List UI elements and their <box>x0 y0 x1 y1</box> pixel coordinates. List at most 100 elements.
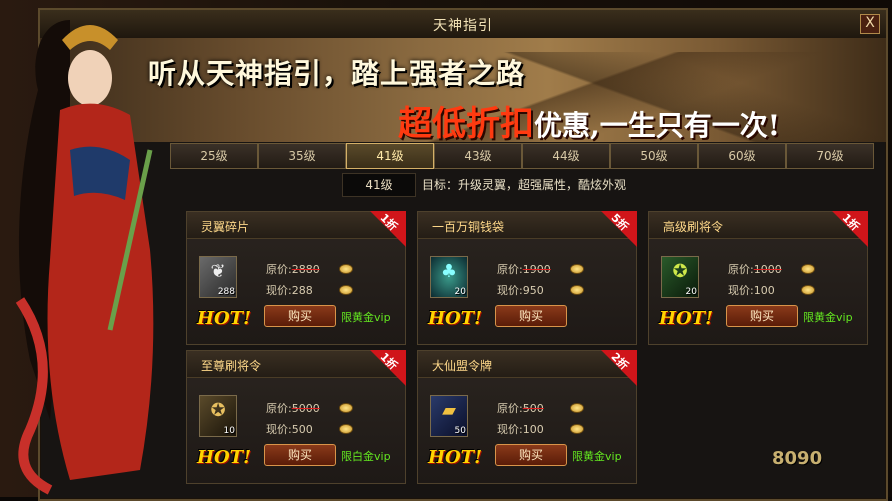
plaque-glyph: ▰ <box>442 400 456 421</box>
orig-label: 原价: <box>266 402 292 415</box>
original-price: 原价:5000 <box>266 400 320 416</box>
close-button[interactable]: X <box>860 14 880 34</box>
current-price: 现价:950 <box>497 282 544 298</box>
item-name: 一百万铜钱袋 <box>432 220 505 234</box>
hot-badge: HOT! <box>659 308 713 329</box>
now-label: 现价: <box>728 284 754 297</box>
discount-highlight: 超低折扣 <box>398 104 534 142</box>
gold-ingot-icon <box>570 403 584 413</box>
buy-button[interactable]: 购买 <box>264 305 336 327</box>
item-card: 大仙盟令牌 2折 ▰ 50 原价:500 现价:100 HOT! 购买 限黄金vi… <box>417 350 637 484</box>
current-price: 现价:288 <box>266 282 313 298</box>
gold-ingot-icon <box>339 424 353 434</box>
tab-50[interactable]: 50级 <box>610 143 698 169</box>
item-name: 高级刷将令 <box>663 220 724 234</box>
orig-value: 2880 <box>291 263 320 276</box>
feather-icon[interactable]: ❦ 288 <box>199 256 237 298</box>
token-icon[interactable]: ✪ 20 <box>661 256 699 298</box>
now-value: 500 <box>291 423 313 436</box>
original-price: 原价:500 <box>497 400 544 416</box>
orig-label: 原价: <box>497 402 523 415</box>
token-glyph: ✪ <box>210 400 226 421</box>
token-icon[interactable]: ✪ 10 <box>199 395 237 437</box>
gold-ingot-icon <box>339 285 353 295</box>
buy-button[interactable]: 购买 <box>726 305 798 327</box>
item-card: 高级刷将令 1折 ✪ 20 原价:1000 现价:100 HOT! 购买 限黄金v… <box>648 211 868 345</box>
item-name: 至尊刷将令 <box>201 359 262 373</box>
plaque-icon[interactable]: ▰ 50 <box>430 395 468 437</box>
now-label: 现价: <box>497 423 523 436</box>
money-bag-glyph: ♣ <box>440 261 458 282</box>
item-name: 灵翼碎片 <box>201 220 250 234</box>
vip-limit: 限黄金vip <box>572 450 622 463</box>
gold-ingot-icon <box>339 264 353 274</box>
money-bag-icon[interactable]: ♣ 20 <box>430 256 468 298</box>
banner-discount-slogan: 超低折扣优惠,一生只有一次! <box>398 96 780 142</box>
now-label: 现价: <box>266 284 292 297</box>
hot-badge: HOT! <box>197 447 251 468</box>
current-price: 现价:100 <box>728 282 775 298</box>
current-price: 现价:100 <box>497 421 544 437</box>
item-card: 一百万铜钱袋 5折 ♣ 20 原价:1900 现价:950 HOT! 购买 <box>417 211 637 345</box>
goal-level: 41级 <box>342 173 416 197</box>
gold-ingot-icon <box>570 285 584 295</box>
buy-button[interactable]: 购买 <box>495 444 567 466</box>
orig-value: 500 <box>522 402 544 415</box>
character-face <box>68 50 112 106</box>
orig-label: 原价: <box>266 263 292 276</box>
character-portrait <box>15 20 154 495</box>
tab-60[interactable]: 60级 <box>698 143 786 169</box>
gold-ingot-icon <box>801 264 815 274</box>
item-card: 灵翼碎片 1折 ❦ 288 原价:2880 现价:288 HOT! 购买 限黄金v… <box>186 211 406 345</box>
character-headdress <box>62 25 118 50</box>
site-watermark-logo: 8090 <box>772 448 823 469</box>
feather-glyph: ❦ <box>210 261 226 282</box>
orig-value: 1900 <box>522 263 551 276</box>
banner-slogan: 听从天神指引，踏上强者之路 <box>148 57 526 90</box>
now-value: 288 <box>291 284 313 297</box>
now-value: 100 <box>522 423 544 436</box>
gold-ingot-icon <box>570 264 584 274</box>
now-value: 950 <box>522 284 544 297</box>
item-count: 50 <box>454 426 466 436</box>
vip-limit: 限黄金vip <box>341 311 391 324</box>
orig-value: 5000 <box>291 402 320 415</box>
hot-badge: HOT! <box>428 447 482 468</box>
tab-44[interactable]: 44级 <box>522 143 610 169</box>
buy-button[interactable]: 购买 <box>495 305 567 327</box>
orig-label: 原价: <box>728 263 754 276</box>
discount-subtext: 优惠,一生只有一次! <box>534 109 781 142</box>
window-title: 天神指引 <box>433 18 493 34</box>
vip-limit: 限白金vip <box>341 450 391 463</box>
now-label: 现价: <box>266 423 292 436</box>
original-price: 原价:2880 <box>266 261 320 277</box>
item-count: 20 <box>454 287 466 297</box>
current-price: 现价:500 <box>266 421 313 437</box>
item-name: 大仙盟令牌 <box>432 359 493 373</box>
item-count: 288 <box>217 287 235 297</box>
gold-ingot-icon <box>570 424 584 434</box>
level-tabs: 25级 35级 41级 43级 44级 50级 60级 70级 <box>170 143 886 169</box>
guide-window: 天神指引 X 听从天神指引，踏上强者之路 超低折扣优惠,一生只有一次! 25级 … <box>38 8 888 501</box>
goal-text: 目标：升级灵翼，超强属性，酷炫外观 <box>422 178 627 192</box>
original-price: 原价:1000 <box>728 261 782 277</box>
tab-35[interactable]: 35级 <box>258 143 346 169</box>
tab-43[interactable]: 43级 <box>434 143 522 169</box>
orig-label: 原价: <box>497 263 523 276</box>
tab-25[interactable]: 25级 <box>170 143 258 169</box>
orig-value: 1000 <box>753 263 782 276</box>
tab-41[interactable]: 41级 <box>346 143 434 169</box>
vip-limit: 限黄金vip <box>803 311 853 324</box>
hot-badge: HOT! <box>197 308 251 329</box>
gold-ingot-icon <box>339 403 353 413</box>
promo-banner: 听从天神指引，踏上强者之路 超低折扣优惠,一生只有一次! <box>40 38 886 142</box>
gold-ingot-icon <box>801 285 815 295</box>
item-card: 至尊刷将令 1折 ✪ 10 原价:5000 现价:500 HOT! 购买 限白金v… <box>186 350 406 484</box>
original-price: 原价:1900 <box>497 261 551 277</box>
now-value: 100 <box>753 284 775 297</box>
buy-button[interactable]: 购买 <box>264 444 336 466</box>
now-label: 现价: <box>497 284 523 297</box>
tab-70[interactable]: 70级 <box>786 143 874 169</box>
item-count: 10 <box>223 426 235 436</box>
token-glyph: ✪ <box>672 261 688 282</box>
